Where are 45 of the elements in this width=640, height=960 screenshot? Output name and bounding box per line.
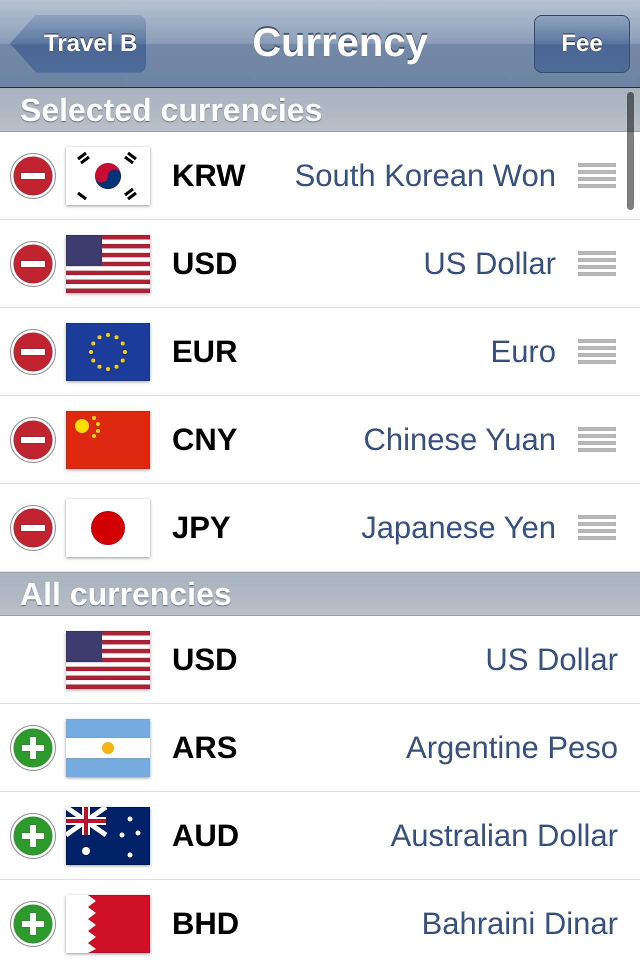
currency-code: JPY — [172, 510, 232, 546]
currency-code: EUR — [172, 334, 238, 370]
remove-icon[interactable] — [10, 240, 56, 286]
currency-code: USD — [172, 246, 238, 282]
currency-code: BHD — [172, 906, 240, 942]
section-title: All currencies — [20, 576, 232, 612]
add-icon[interactable] — [10, 900, 56, 946]
flag-icon — [66, 146, 150, 204]
remove-icon[interactable] — [10, 504, 56, 550]
flag-icon — [66, 894, 150, 952]
currency-code: AUD — [172, 818, 240, 854]
currency-code: CNY — [172, 422, 238, 458]
flag-icon — [66, 322, 150, 380]
add-icon[interactable] — [10, 812, 56, 858]
reorder-icon[interactable] — [578, 338, 616, 366]
reorder-icon[interactable] — [578, 162, 616, 190]
currency-name: Australian Dollar — [390, 818, 618, 854]
reorder-icon[interactable] — [578, 514, 616, 542]
flag-icon — [66, 234, 150, 292]
currency-name: Bahraini Dinar — [420, 906, 618, 942]
remove-icon[interactable] — [10, 152, 56, 198]
add-icon[interactable] — [10, 724, 56, 770]
section-title: Selected currencies — [20, 92, 322, 128]
currency-name: South Korean Won — [294, 158, 556, 194]
flag-icon — [66, 630, 150, 688]
remove-icon[interactable] — [10, 328, 56, 374]
flag-icon — [66, 410, 150, 468]
back-button[interactable]: Travel B — [10, 14, 146, 72]
fee-button[interactable]: Fee — [534, 14, 630, 72]
screen-title: Currency — [252, 21, 428, 66]
currency-code: ARS — [172, 730, 238, 766]
currency-code: USD — [172, 642, 238, 678]
reorder-icon[interactable] — [578, 426, 616, 454]
reorder-icon[interactable] — [578, 250, 616, 278]
flag-icon — [66, 498, 150, 556]
currency-code: KRW — [172, 158, 246, 194]
currency-name: US Dollar — [484, 642, 618, 678]
currency-name: Chinese Yuan — [362, 422, 556, 458]
remove-icon[interactable] — [10, 416, 56, 462]
currency-name: Japanese Yen — [360, 510, 556, 546]
flag-icon — [66, 806, 150, 864]
flag-icon — [66, 718, 150, 776]
currency-name: Euro — [490, 334, 556, 370]
currency-name: Argentine Peso — [405, 730, 618, 766]
currency-name: US Dollar — [422, 246, 556, 282]
